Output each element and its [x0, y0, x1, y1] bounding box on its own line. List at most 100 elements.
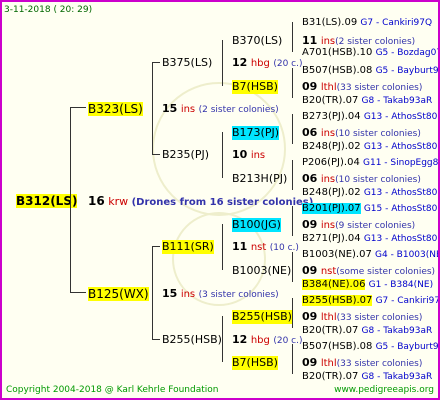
breed-line: G5 - Bayburt98-3 [375, 342, 439, 352]
gen3-drone-line: 09 lthl(33 sister colonies) [302, 356, 422, 371]
gen3-queen[interactable]: B7(HSB) [232, 356, 278, 370]
gen3-queen[interactable]: B100(JG) [232, 218, 281, 232]
gen4-queen[interactable]: P206(PJ).04 [302, 157, 360, 168]
breed-line: G8 - Takab93aR [361, 372, 433, 382]
connector [292, 206, 293, 236]
connector [222, 40, 223, 86]
connector [152, 246, 160, 247]
pedigree-chart: 3-11-2018 ( 20: 29) B312(LS) 16 krw (Dro… [0, 0, 440, 400]
footer-site-link[interactable]: www.pedigreeapis.org [334, 383, 434, 397]
gen4-queen-row: B1003(NE).07 G4 - B1003(NE) [302, 248, 440, 262]
connector [292, 68, 293, 98]
drone-count: 10 [232, 148, 248, 161]
gen3-drone-line: 06 ins(10 sister colonies) [302, 126, 421, 141]
drone-count: 09 [302, 218, 318, 231]
drone-inseminator: ins [320, 128, 336, 139]
connector [292, 160, 293, 190]
gen4-queen[interactable]: B20(TR).07 [302, 325, 358, 336]
gen4-queen[interactable]: A701(HSB).10 [302, 47, 372, 58]
drone-note: (10 sister colonies) [335, 129, 421, 139]
gen4-queen[interactable]: B384(NE).06 [302, 279, 366, 290]
drone-note: (33 sister colonies) [336, 83, 423, 93]
breed-line: G7 - Cankiri97Q [360, 18, 433, 28]
drone-inseminator: krw [108, 195, 129, 208]
drone-note: (20 c.) [273, 59, 303, 69]
gen4-queen-row: B201(PJ).07 G15 - AthosSt80R [302, 202, 440, 216]
gen1-queen[interactable]: B323(LS) [88, 102, 143, 116]
gen3-queen[interactable]: B173(PJ) [232, 126, 280, 140]
connector [70, 292, 86, 293]
gen2-queen[interactable]: B235(PJ) [162, 148, 209, 162]
gen2-queen[interactable]: B111(SR) [162, 240, 214, 254]
drone-count: 15 [162, 287, 178, 300]
drone-note: (10 c.) [269, 243, 299, 253]
gen4-queen[interactable]: B20(TR).07 [302, 371, 358, 382]
gen3-queen[interactable]: B255(HSB) [232, 310, 292, 324]
drone-inseminator: ins [320, 174, 336, 185]
gen2-drone-line: 11 nst (10 c.) [232, 240, 299, 255]
gen2-queen[interactable]: B255(HSB) [162, 333, 222, 347]
connector [292, 22, 293, 52]
gen4-queen[interactable]: B31(LS).09 [302, 17, 357, 28]
drone-note: (9 sister colonies) [335, 221, 416, 231]
gen4-queen[interactable]: B507(HSB).08 [302, 341, 372, 352]
connector [152, 339, 160, 340]
gen2-drone-line: 12 hbg (20 c.) [232, 56, 303, 71]
gen4-queen-row: B255(HSB).07 G7 - Cankiri97Q [302, 294, 440, 308]
connector [222, 132, 223, 178]
gen4-queen[interactable]: B1003(NE).07 [302, 249, 372, 260]
gen4-queen[interactable]: B248(PJ).02 [302, 187, 361, 198]
drone-inseminator: lthl [320, 358, 337, 369]
gen4-queen-row: B248(PJ).02 G13 - AthosSt80R [302, 140, 438, 154]
breed-line: G13 - AthosSt80R [363, 234, 440, 244]
gen4-queen[interactable]: B507(HSB).08 [302, 65, 372, 76]
drone-count: 06 [302, 126, 318, 139]
breed-line: G15 - AthosSt80R [363, 204, 440, 214]
breed-line: G5 - Bozdag07R [375, 48, 438, 58]
gen4-queen[interactable]: B248(PJ).02 [302, 141, 361, 152]
gen4-queen-row: B384(NE).06 G1 - B384(NE) [302, 278, 433, 292]
gen4-queen[interactable]: B255(HSB).07 [302, 295, 373, 306]
gen3-queen[interactable]: B1003(NE) [232, 264, 291, 278]
gen3-drone-line: 09 lthl(33 sister colonies) [302, 80, 422, 95]
breed-line: G8 - Takab93aR [361, 96, 433, 106]
gen1-queen[interactable]: B125(WX) [88, 287, 149, 301]
gen3-drone-line: 09 ins(9 sister colonies) [302, 218, 415, 233]
breed-line: G4 - B1003(NE) [375, 250, 440, 260]
breed-line: G7 - Cankiri97Q [375, 296, 440, 306]
connector [222, 224, 223, 270]
drone-count: 09 [302, 356, 318, 369]
gen3-queen[interactable]: B7(HSB) [232, 80, 278, 94]
drone-note: (20 c.) [273, 336, 303, 346]
gen4-queen[interactable]: B273(PJ).04 [302, 111, 361, 122]
drone-inseminator: ins [180, 289, 196, 300]
drone-inseminator: ins [180, 104, 196, 115]
breed-line: G13 - AthosSt80R [363, 112, 440, 122]
connector [292, 114, 293, 144]
connector [222, 316, 223, 362]
drone-note: (10 sister colonies) [335, 175, 421, 185]
connector [70, 107, 86, 108]
gen3-queen[interactable]: B370(LS) [232, 34, 282, 48]
gen4-queen-row: B20(TR).07 G8 - Takab93aR [302, 324, 432, 338]
gen3-queen[interactable]: B213H(PJ) [232, 172, 287, 186]
drone-count: 09 [302, 264, 318, 277]
gen2-queen[interactable]: B375(LS) [162, 56, 212, 70]
drone-inseminator: hbg [250, 58, 270, 69]
breed-line: G13 - AthosSt80R [363, 188, 440, 198]
connector [292, 252, 293, 282]
gen2-drone-line: 10 ins [232, 148, 265, 163]
gen4-queen[interactable]: B201(PJ).07 [302, 203, 361, 214]
root-queen[interactable]: B312(LS) [16, 194, 78, 208]
drone-inseminator: nst [320, 266, 337, 277]
connector [152, 154, 160, 155]
breed-line: G8 - Takab93aR [361, 326, 433, 336]
gen4-queen[interactable]: B20(TR).07 [302, 95, 358, 106]
gen4-queen[interactable]: B271(PJ).04 [302, 233, 361, 244]
gen4-queen-row: B271(PJ).04 G13 - AthosSt80R [302, 232, 440, 246]
gen4-queen-row: B507(HSB).08 G5 - Bayburt98-3 [302, 340, 439, 354]
drone-note: (2 sister colonies) [198, 105, 279, 115]
drone-count: 11 [232, 240, 248, 253]
gen4-queen-row: B507(HSB).08 G5 - Bayburt98-3 [302, 64, 438, 78]
breed-line: G1 - B384(NE) [368, 280, 434, 290]
